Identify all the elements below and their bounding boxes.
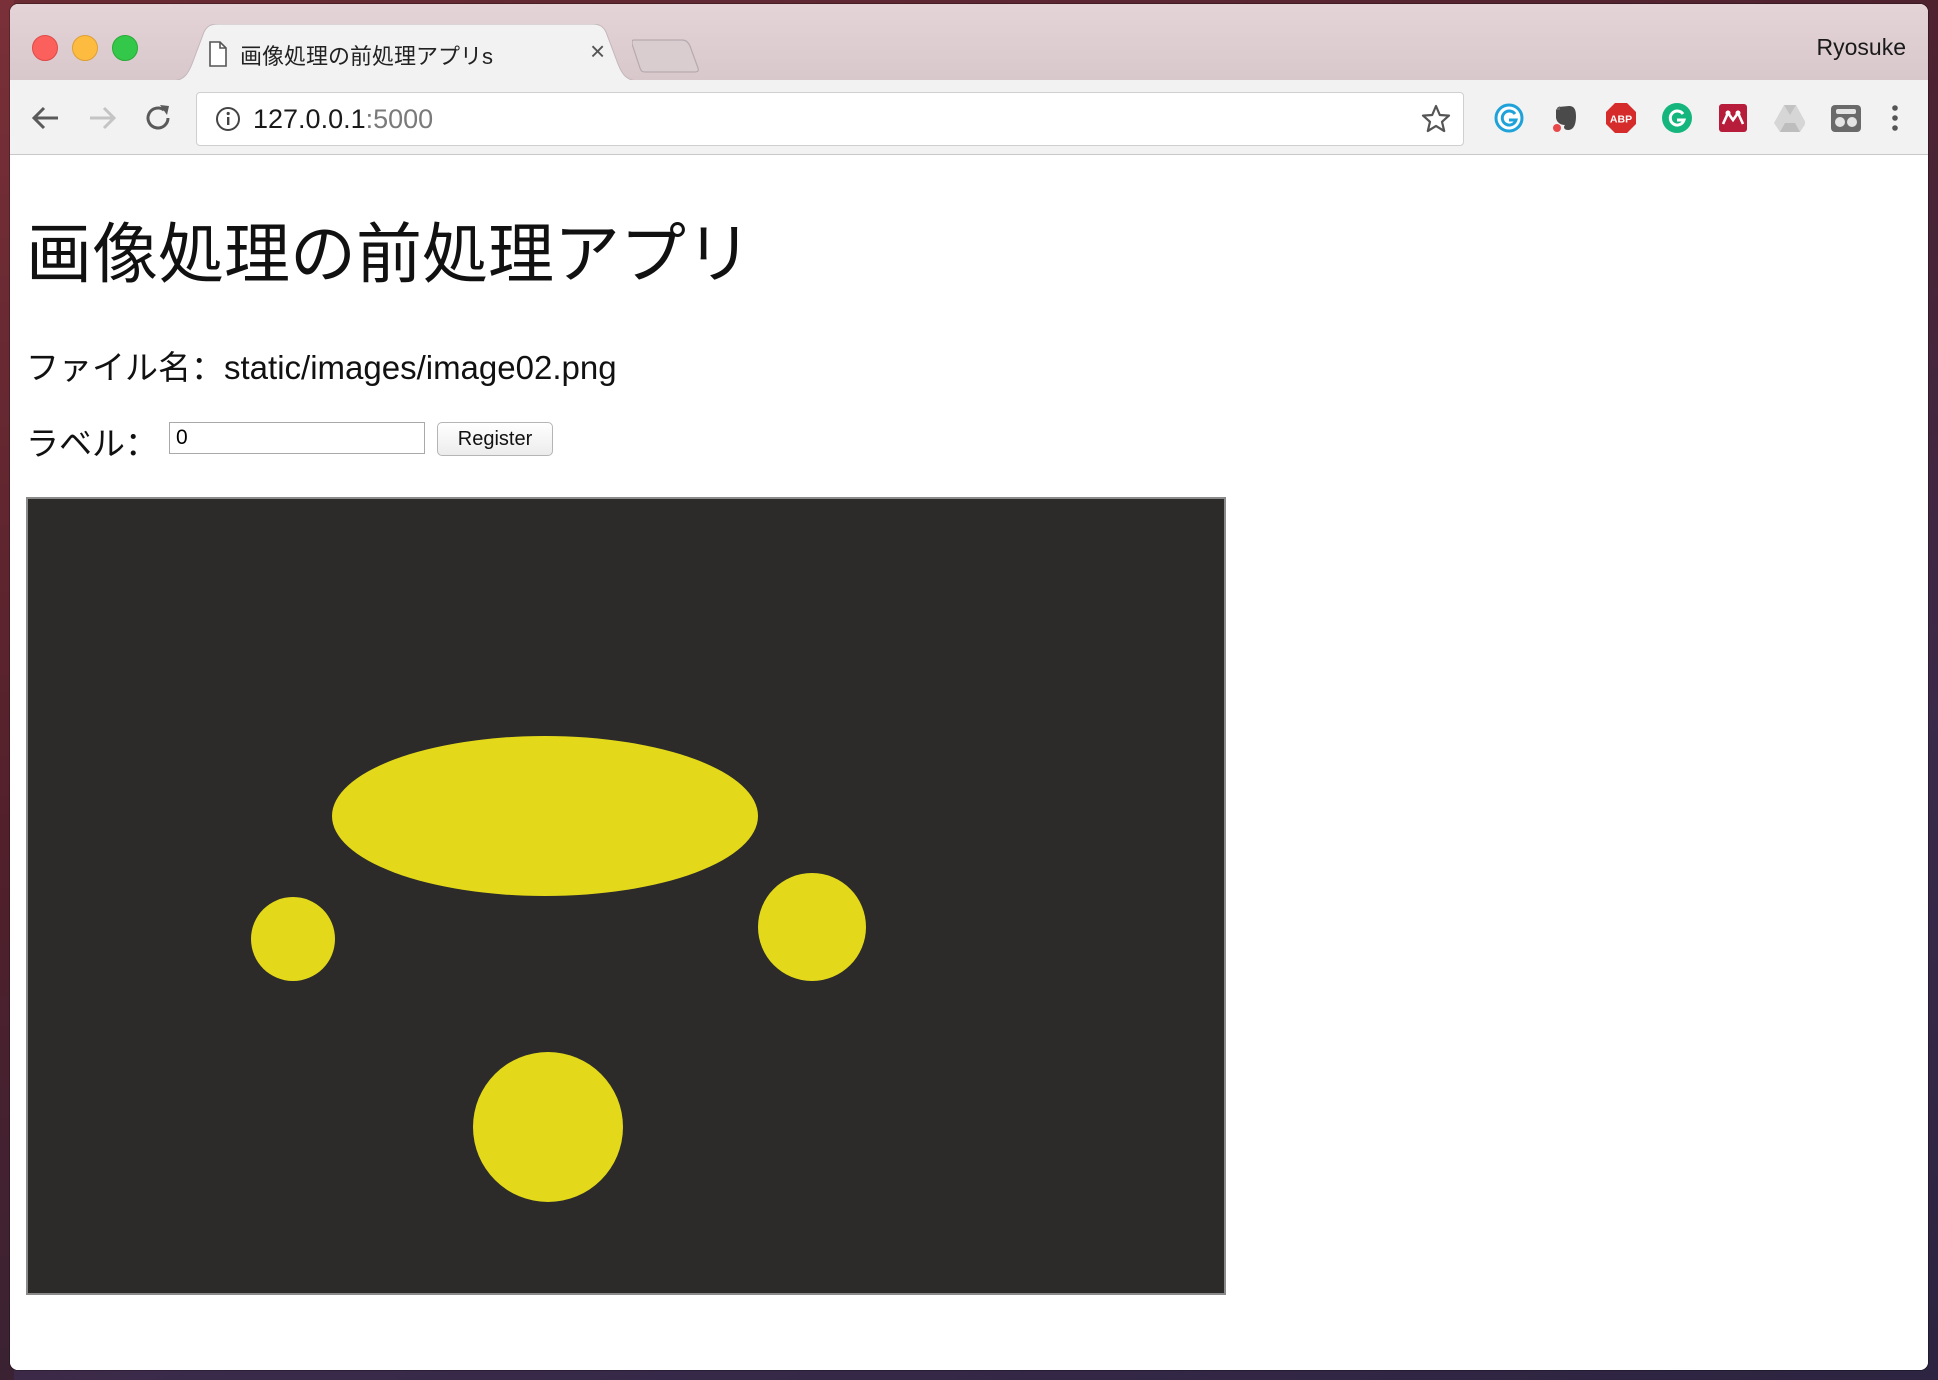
- google-drive-icon[interactable]: [1773, 102, 1805, 134]
- yellow-ellipse: [332, 736, 758, 896]
- incognito-extension-icon[interactable]: [1829, 102, 1861, 134]
- tab-title: 画像処理の前処理アプリs: [240, 44, 494, 69]
- url-text: 127.0.0.1:5000: [253, 104, 433, 135]
- back-arrow-icon[interactable]: [30, 102, 62, 134]
- image-background: [28, 499, 1224, 1293]
- bookmark-star-icon[interactable]: [1421, 104, 1451, 134]
- minimize-window-button[interactable]: [72, 35, 98, 61]
- maximize-window-button[interactable]: [112, 35, 138, 61]
- url-host: 127.0.0.1: [253, 104, 366, 134]
- adblock-plus-icon[interactable]: ABP: [1605, 102, 1637, 134]
- yellow-circle-right: [758, 873, 866, 981]
- yellow-circle-left: [251, 897, 335, 981]
- grammarly-icon[interactable]: [1493, 102, 1525, 134]
- new-tab-button[interactable]: [632, 38, 702, 74]
- tab-active[interactable]: 画像処理の前処理アプリs ×: [170, 24, 640, 81]
- page-title: 画像処理の前処理アプリ: [26, 217, 752, 291]
- register-button[interactable]: Register: [437, 422, 553, 456]
- image-canvas: [28, 499, 1224, 1293]
- page-content: 画像処理の前処理アプリ ファイル名：static/images/image02.…: [10, 155, 1928, 1370]
- url-port: :5000: [365, 104, 434, 134]
- info-icon[interactable]: [215, 106, 241, 132]
- tab-close-icon[interactable]: ×: [590, 38, 605, 64]
- menu-more-icon[interactable]: [1884, 102, 1916, 134]
- document-icon: [209, 41, 227, 67]
- label-caption: ラベル：: [26, 425, 158, 462]
- mendeley-icon[interactable]: [1717, 102, 1749, 134]
- yellow-circle-bottom: [473, 1052, 623, 1202]
- forward-arrow-icon[interactable]: [86, 102, 118, 134]
- browser-toolbar: 127.0.0.1:5000 ABP: [10, 80, 1928, 155]
- processed-image: [26, 497, 1226, 1295]
- browser-window: 画像処理の前処理アプリs × Ryosuke 127.0.0.1:5000 AB…: [10, 4, 1928, 1370]
- close-window-button[interactable]: [32, 35, 58, 61]
- grammarly-green-icon[interactable]: [1661, 102, 1693, 134]
- address-bar[interactable]: 127.0.0.1:5000: [196, 92, 1464, 146]
- file-name-text: ファイル名：static/images/image02.png: [26, 349, 617, 386]
- label-input[interactable]: [169, 422, 425, 454]
- tab-strip: 画像処理の前処理アプリs × Ryosuke: [10, 4, 1928, 81]
- reload-icon[interactable]: [142, 102, 174, 134]
- profile-name[interactable]: Ryosuke: [1817, 34, 1906, 61]
- evernote-icon[interactable]: [1549, 102, 1581, 134]
- svg-text:ABP: ABP: [1610, 114, 1632, 126]
